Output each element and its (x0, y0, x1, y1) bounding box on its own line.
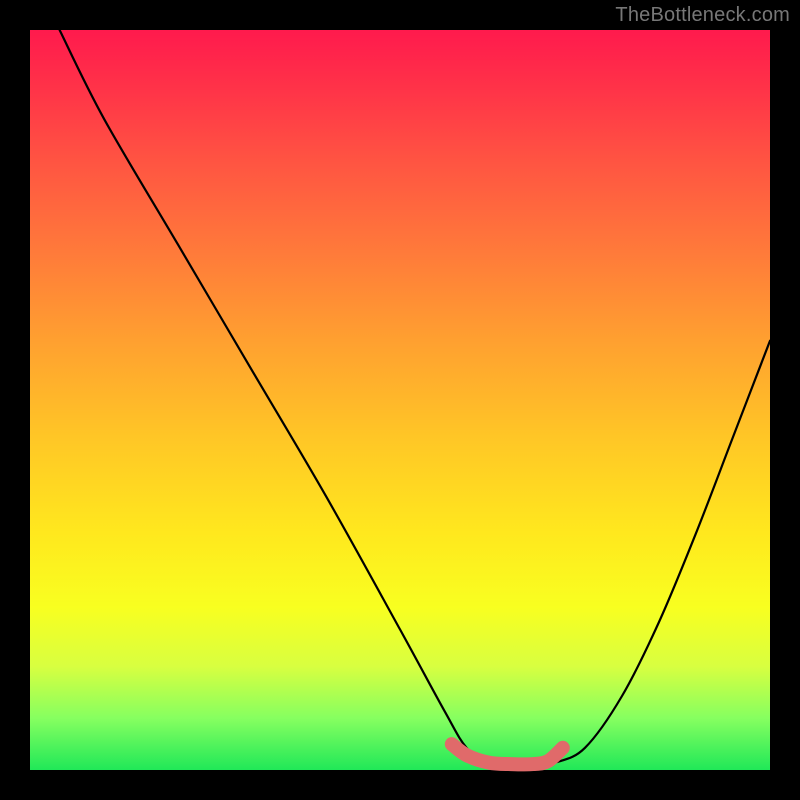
watermark-text: TheBottleneck.com (615, 4, 790, 27)
chart-frame: TheBottleneck.com (0, 0, 800, 800)
curve-svg (30, 30, 770, 770)
bottleneck-curve (60, 30, 770, 767)
plot-area (30, 30, 770, 770)
highlight-segment (452, 744, 563, 764)
